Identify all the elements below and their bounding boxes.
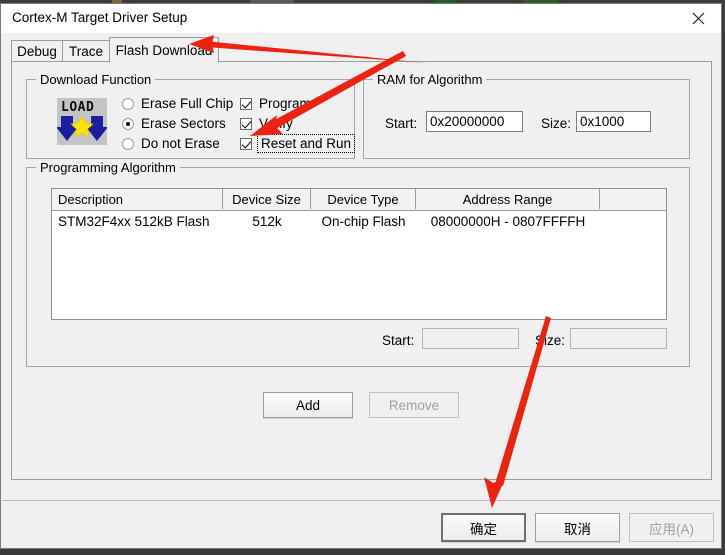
- table-header-device-size[interactable]: Device Size: [223, 189, 311, 209]
- ram-start-label: Start:: [385, 116, 418, 131]
- ram-size-input[interactable]: 0x1000: [576, 111, 651, 132]
- group-download-function: Download Function LOAD Erase Full Chip E…: [26, 72, 356, 159]
- radio-erase-sectors[interactable]: Erase Sectors: [122, 116, 226, 131]
- checkbox-verify[interactable]: Verify: [240, 116, 293, 131]
- programming-algorithm-table[interactable]: Description Device Size Device Type Addr…: [51, 188, 667, 320]
- radio-do-not-erase-label: Do not Erase: [141, 136, 220, 151]
- checkbox-program[interactable]: Program: [240, 96, 311, 111]
- tab-trace[interactable]: Trace: [62, 40, 110, 62]
- group-programming-algorithm: Programming Algorithm Description Device…: [26, 160, 690, 367]
- checkbox-program-indicator: [240, 97, 252, 110]
- algorithm-size-label: Size:: [535, 333, 566, 348]
- ram-start-input[interactable]: 0x20000000: [426, 111, 523, 132]
- table-header-row: Description Device Size Device Type Addr…: [52, 189, 666, 211]
- tab-trace-label: Trace: [68, 44, 103, 59]
- checkbox-reset-and-run[interactable]: Reset and Run: [240, 134, 356, 153]
- title-bar: Cortex-M Target Driver Setup: [1, 4, 721, 33]
- radio-erase-sectors-label: Erase Sectors: [141, 116, 226, 131]
- radio-erase-full-chip-indicator: [122, 97, 134, 110]
- group-ram-for-algorithm: RAM for Algorithm Start: 0x20000000 Size…: [363, 72, 690, 159]
- close-icon[interactable]: [676, 4, 721, 33]
- table-header-address-range[interactable]: Address Range: [416, 189, 600, 209]
- footer-divider: [2, 500, 720, 501]
- checkbox-verify-indicator: [240, 117, 252, 130]
- group-download-function-legend: Download Function: [36, 72, 156, 87]
- radio-do-not-erase-indicator: [122, 137, 134, 150]
- window-title: Cortex-M Target Driver Setup: [12, 10, 188, 25]
- ram-size-label: Size:: [541, 116, 572, 131]
- tab-strip: Debug Trace Flash Download: [11, 37, 711, 63]
- algorithm-start-input[interactable]: [422, 328, 519, 349]
- remove-button: Remove: [369, 392, 459, 418]
- radio-erase-full-chip[interactable]: Erase Full Chip: [122, 96, 233, 111]
- load-icon: LOAD: [57, 98, 107, 145]
- table-row[interactable]: STM32F4xx 512kB Flash 512k On-chip Flash…: [52, 210, 666, 232]
- cancel-button[interactable]: 取消: [535, 513, 620, 542]
- algorithm-start-label: Start:: [382, 333, 415, 348]
- apply-button: 应用(A): [629, 513, 714, 542]
- tab-flash-download-label: Flash Download: [115, 42, 213, 58]
- algorithm-size-input[interactable]: [570, 328, 667, 349]
- ok-button[interactable]: 确定: [441, 513, 526, 542]
- cortex-m-target-driver-setup-dialog: Cortex-M Target Driver Setup Debug Trace…: [0, 3, 722, 549]
- load-icon-word: LOAD: [61, 100, 95, 115]
- table-header-device-type[interactable]: Device Type: [311, 189, 416, 209]
- checkbox-program-label: Program: [259, 96, 311, 111]
- cell-description: STM32F4xx 512kB Flash: [58, 213, 210, 229]
- radio-do-not-erase[interactable]: Do not Erase: [122, 136, 220, 151]
- tab-debug-label: Debug: [17, 44, 57, 59]
- checkbox-reset-and-run-label: Reset and Run: [256, 134, 356, 153]
- tab-debug[interactable]: Debug: [11, 40, 63, 62]
- checkbox-verify-label: Verify: [259, 116, 293, 131]
- tab-flash-download[interactable]: Flash Download: [109, 37, 219, 63]
- table-header-spacer[interactable]: [600, 189, 666, 209]
- checkbox-reset-and-run-indicator: [240, 137, 252, 150]
- tab-page-flash-download: Download Function LOAD Erase Full Chip E…: [11, 61, 712, 480]
- group-programming-algorithm-legend: Programming Algorithm: [36, 160, 180, 175]
- add-button[interactable]: Add: [263, 392, 353, 418]
- radio-erase-sectors-indicator: [122, 117, 134, 130]
- cell-device-size: 512k: [252, 213, 282, 229]
- radio-erase-full-chip-label: Erase Full Chip: [141, 96, 234, 111]
- cell-device-type: On-chip Flash: [321, 213, 406, 229]
- table-header-description[interactable]: Description: [52, 189, 223, 209]
- cell-address-range: 08000000H - 0807FFFFH: [430, 213, 586, 229]
- group-ram-for-algorithm-legend: RAM for Algorithm: [373, 72, 487, 87]
